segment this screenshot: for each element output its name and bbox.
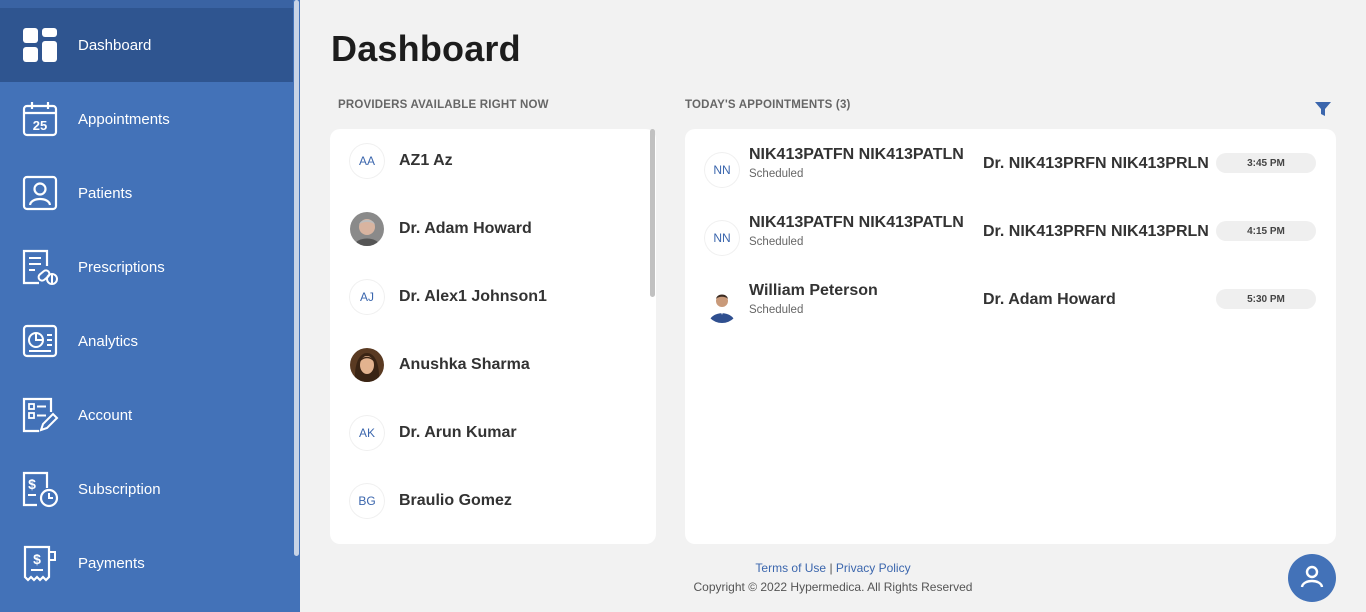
- account-icon: [20, 395, 60, 435]
- sidebar-item-label: Appointments: [78, 110, 170, 128]
- appointments-card: NN NIK413PATFN NIK413PATLN Scheduled Dr.…: [685, 129, 1336, 544]
- appointment-row[interactable]: William Peterson Scheduled Dr. Adam Howa…: [705, 282, 1321, 330]
- patient-avatar: NN: [705, 221, 739, 255]
- provider-name: AZ1 Az: [399, 152, 453, 169]
- sidebar: Dashboard 25 Appointments Patients Presc…: [0, 0, 300, 612]
- sidebar-item-prescriptions[interactable]: Prescriptions: [0, 230, 293, 304]
- sidebar-top-strip: [0, 0, 300, 8]
- appointment-patient-name: NIK413PATFN NIK413PATLN: [749, 146, 964, 163]
- patient-avatar: NN: [705, 153, 739, 187]
- footer-links: Terms of Use | Privacy Policy: [0, 561, 1366, 575]
- appointment-status: Scheduled: [749, 304, 804, 316]
- subscription-icon: $: [20, 469, 60, 509]
- appointment-status: Scheduled: [749, 236, 804, 248]
- appointment-row[interactable]: NN NIK413PATFN NIK413PATLN Scheduled Dr.…: [705, 214, 1321, 262]
- provider-item[interactable]: AJ Dr. Alex1 Johnson1: [350, 277, 640, 317]
- sidebar-item-dashboard[interactable]: Dashboard: [0, 8, 293, 82]
- providers-section-title: PROVIDERS AVAILABLE RIGHT NOW: [338, 99, 549, 111]
- provider-photo: [350, 348, 384, 382]
- calendar-icon: 25: [20, 99, 60, 139]
- svg-text:$: $: [28, 476, 36, 492]
- provider-photo: [350, 212, 384, 246]
- provider-name: Dr. Alex1 Johnson1: [399, 288, 547, 305]
- sidebar-item-patients[interactable]: Patients: [0, 156, 293, 230]
- provider-item[interactable]: AK Dr. Arun Kumar: [350, 413, 640, 453]
- footer-separator: |: [829, 561, 833, 575]
- provider-item[interactable]: AA AZ1 Az: [350, 141, 640, 181]
- provider-item[interactable]: BG Braulio Gomez: [350, 481, 640, 521]
- user-icon: [1299, 563, 1325, 594]
- sidebar-item-subscription[interactable]: $ Subscription: [0, 452, 293, 526]
- provider-item[interactable]: Anushka Sharma: [350, 345, 640, 385]
- sidebar-item-label: Patients: [78, 184, 133, 202]
- appointment-status: Scheduled: [749, 168, 804, 180]
- dashboard-icon: [20, 25, 60, 65]
- sidebar-item-label: Subscription: [78, 480, 161, 498]
- filter-icon[interactable]: [1314, 100, 1332, 118]
- appointment-patient-name: NIK413PATFN NIK413PATLN: [749, 214, 964, 231]
- copyright-text: Copyright © 2022 Hypermedica. All Rights…: [693, 580, 973, 594]
- provider-avatar: AA: [350, 144, 384, 178]
- appointment-time-badge: 3:45 PM: [1216, 153, 1316, 173]
- privacy-link[interactable]: Privacy Policy: [836, 561, 911, 575]
- appointments-section-title: TODAY'S APPOINTMENTS (3): [685, 99, 851, 111]
- sidebar-item-label: Dashboard: [78, 36, 152, 54]
- providers-scrollbar-thumb[interactable]: [650, 129, 655, 297]
- analytics-icon: [20, 321, 60, 361]
- provider-avatar: BG: [350, 484, 384, 518]
- appointment-patient-name: William Peterson: [749, 282, 878, 299]
- appointment-provider-name: Dr. NIK413PRFN NIK413PRLN: [983, 223, 1209, 240]
- providers-card: AA AZ1 Az Dr. Adam Howard AJ Dr. Alex1 J…: [330, 129, 656, 544]
- page-title: Dashboard: [331, 28, 521, 69]
- provider-name: Dr. Arun Kumar: [399, 424, 517, 441]
- patient-photo: [705, 289, 739, 323]
- appointment-time-badge: 4:15 PM: [1216, 221, 1316, 241]
- sidebar-item-account[interactable]: Account: [0, 378, 293, 452]
- user-profile-button[interactable]: [1288, 554, 1336, 602]
- provider-name: Dr. Adam Howard: [399, 220, 532, 237]
- provider-item[interactable]: Dr. Adam Howard: [350, 209, 640, 249]
- sidebar-item-analytics[interactable]: Analytics: [0, 304, 293, 378]
- appointment-row[interactable]: NN NIK413PATFN NIK413PATLN Scheduled Dr.…: [705, 146, 1321, 194]
- patient-icon: [20, 173, 60, 213]
- appointment-provider-name: Dr. Adam Howard: [983, 291, 1116, 308]
- sidebar-scrollbar-thumb[interactable]: [294, 0, 299, 556]
- calendar-day-number: 25: [33, 118, 47, 133]
- sidebar-item-label: Prescriptions: [78, 258, 165, 276]
- provider-name: Anushka Sharma: [399, 356, 530, 373]
- sidebar-item-appointments[interactable]: 25 Appointments: [0, 82, 293, 156]
- prescription-icon: [20, 247, 60, 287]
- provider-name: Braulio Gomez: [399, 492, 512, 509]
- sidebar-item-label: Analytics: [78, 332, 139, 350]
- appointment-time-badge: 5:30 PM: [1216, 289, 1316, 309]
- provider-avatar: AK: [350, 416, 384, 450]
- sidebar-item-label: Account: [78, 406, 133, 424]
- appointment-provider-name: Dr. NIK413PRFN NIK413PRLN: [983, 155, 1209, 172]
- terms-link[interactable]: Terms of Use: [755, 561, 826, 575]
- provider-avatar: AJ: [350, 280, 384, 314]
